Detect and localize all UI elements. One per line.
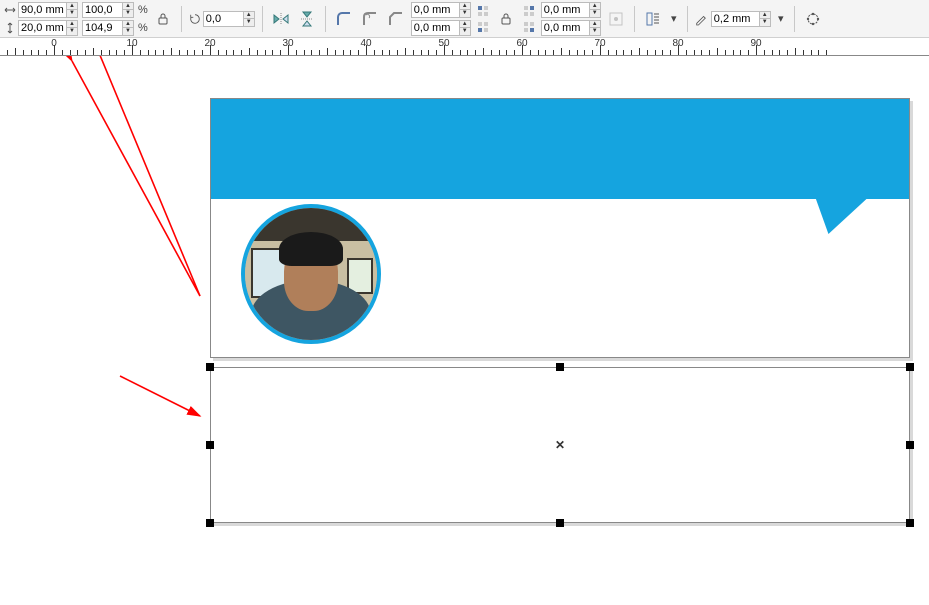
percent-label: % <box>136 22 148 34</box>
corner-lock-button[interactable] <box>495 8 517 30</box>
selection-handle[interactable] <box>556 363 564 371</box>
corner-chamfer-icon[interactable] <box>385 8 407 30</box>
selection-handle[interactable] <box>906 519 914 527</box>
avatar-circle[interactable] <box>241 204 381 344</box>
object-width-input[interactable]: ▲▼ <box>18 2 78 18</box>
selection-handle[interactable] <box>206 441 214 449</box>
outline-width-input[interactable]: ▲▼ <box>711 11 771 27</box>
percent-label: % <box>136 4 148 16</box>
ruler-tick-label: 70 <box>594 38 605 49</box>
corner-indicator-1[interactable] <box>475 3 491 35</box>
offset-y2-input[interactable]: ▲▼ <box>541 20 601 36</box>
selection-handle[interactable] <box>906 363 914 371</box>
offset-y1-input[interactable]: ▲▼ <box>411 20 471 36</box>
object-height-input[interactable]: ▲▼ <box>18 20 78 36</box>
offset-group-1: ▲▼ ▲▼ <box>411 2 471 36</box>
object-size-group: ▲▼ ▲▼ <box>4 2 78 36</box>
ruler-tick-label: 90 <box>750 38 761 49</box>
convert-curves-button[interactable] <box>802 8 824 30</box>
ruler-tick-label: 0 <box>51 38 57 49</box>
outline-pen-icon <box>695 13 707 25</box>
dropdown-icon[interactable]: ▾ <box>775 8 787 30</box>
corner-indicator-2[interactable] <box>521 3 537 35</box>
scale-group: ▲▼ % ▲▼ % <box>82 2 148 36</box>
ruler-tick-label: 10 <box>126 38 137 49</box>
rotation-group: ▲▼ <box>189 11 255 27</box>
property-bar: ▲▼ ▲▼ ▲▼ % ▲▼ % <box>0 0 929 38</box>
width-icon <box>4 4 16 16</box>
ruler-tick-label: 50 <box>438 38 449 49</box>
selected-rectangle[interactable]: ✕ <box>210 367 910 523</box>
lock-ratio-button[interactable] <box>152 8 174 30</box>
corner-round-icon[interactable] <box>333 8 355 30</box>
ruler-tick-label: 60 <box>516 38 527 49</box>
mirror-horizontal-button[interactable] <box>270 8 292 30</box>
offset-x2-input[interactable]: ▲▼ <box>541 2 601 18</box>
ruler-tick-label: 80 <box>672 38 683 49</box>
offset-group-2: ▲▼ ▲▼ <box>541 2 601 36</box>
mirror-vertical-button[interactable] <box>296 8 318 30</box>
corner-scallop-icon[interactable] <box>359 8 381 30</box>
selection-center-marker: ✕ <box>555 438 565 452</box>
ruler-tick-label: 20 <box>204 38 215 49</box>
canvas[interactable]: ✕ <box>0 56 929 549</box>
scale-y-input[interactable]: ▲▼ <box>82 20 134 36</box>
relative-corner-button <box>605 8 627 30</box>
offset-x1-input[interactable]: ▲▼ <box>411 2 471 18</box>
avatar-photo <box>245 208 377 340</box>
dropdown-icon[interactable]: ▾ <box>668 8 680 30</box>
scale-x-input[interactable]: ▲▼ <box>82 2 134 18</box>
rotation-input[interactable]: ▲▼ <box>203 11 255 27</box>
height-icon <box>4 22 16 34</box>
speech-tail-shape <box>802 198 867 234</box>
selection-handle[interactable] <box>206 519 214 527</box>
horizontal-ruler: -100102030405060708090 <box>0 38 929 56</box>
wrap-text-button[interactable] <box>642 8 664 30</box>
ruler-tick-label: 30 <box>282 38 293 49</box>
selection-handle[interactable] <box>556 519 564 527</box>
selection-handle[interactable] <box>206 363 214 371</box>
ruler-tick-label: 40 <box>360 38 371 49</box>
business-card-shape[interactable] <box>210 98 910 358</box>
card-header-bar <box>211 99 909 199</box>
rotation-icon <box>189 13 201 25</box>
selection-handle[interactable] <box>906 441 914 449</box>
